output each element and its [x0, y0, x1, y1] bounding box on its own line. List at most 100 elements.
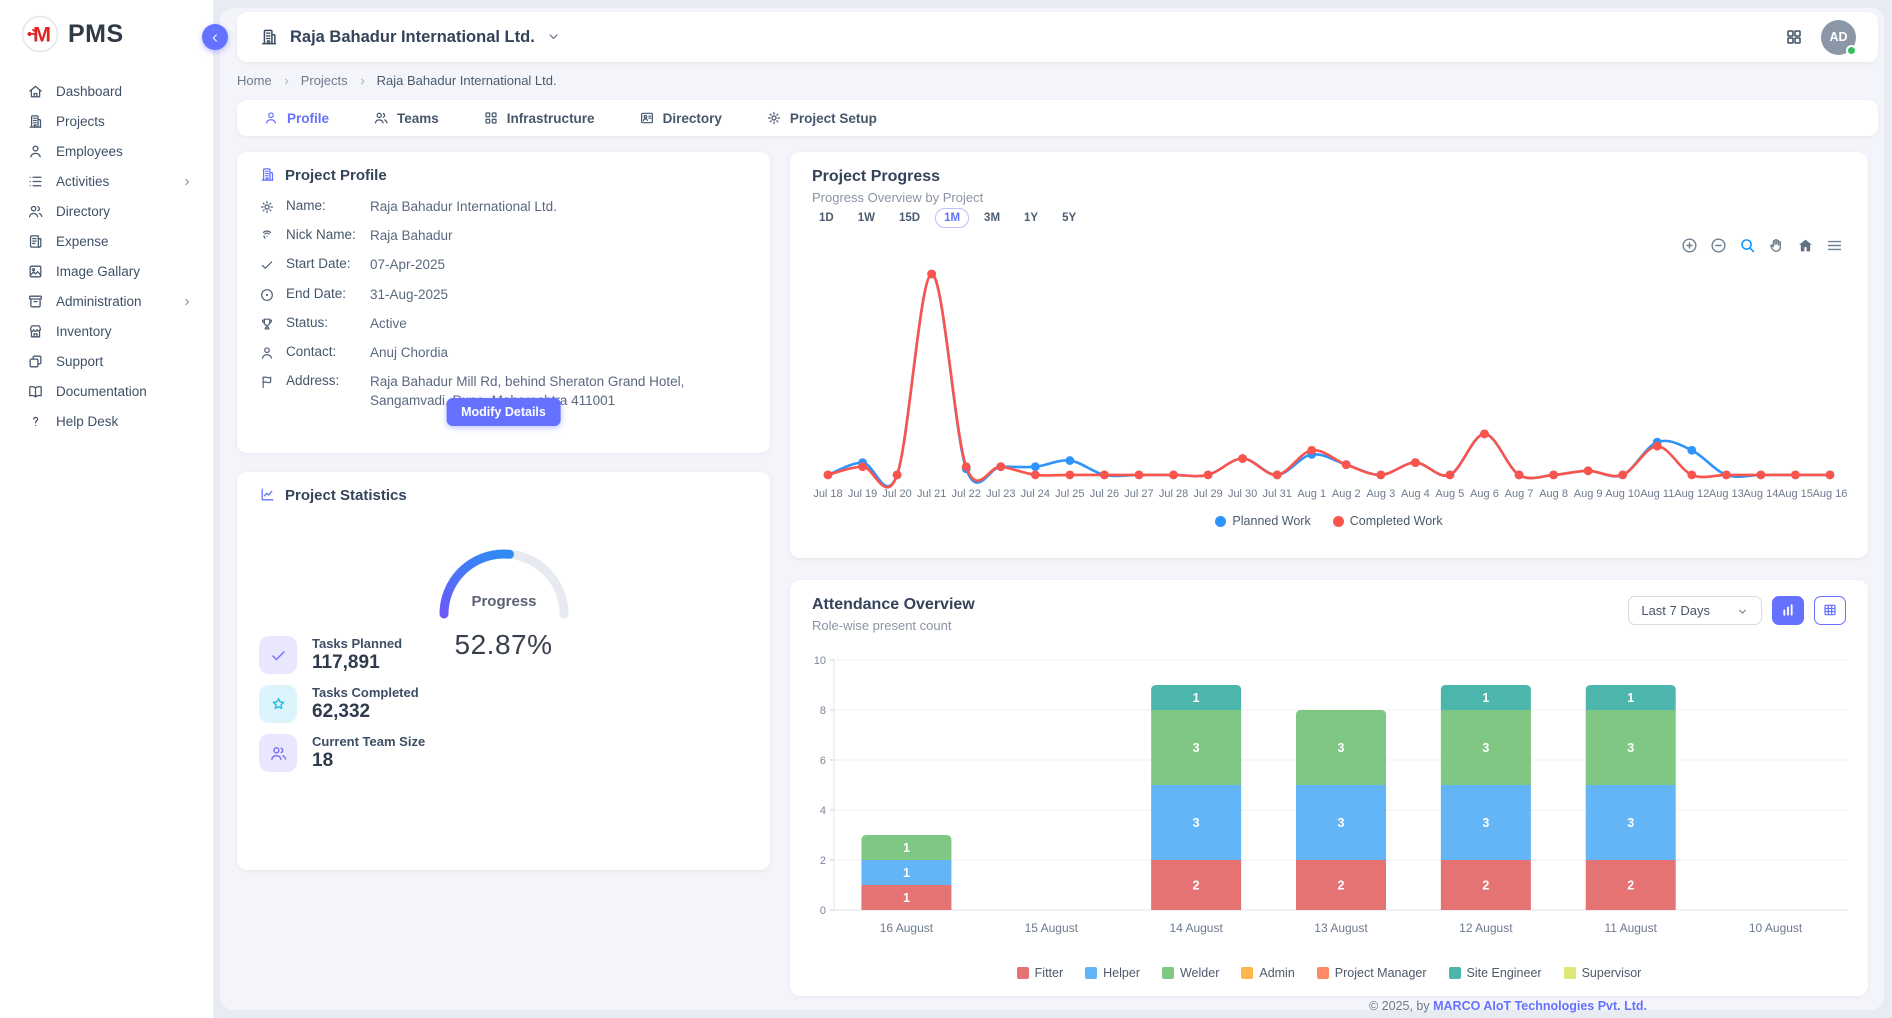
tab-label: Infrastructure — [507, 111, 595, 126]
zoom-in-button[interactable] — [1680, 236, 1699, 255]
grid-icon — [483, 110, 499, 126]
selection-zoom-button[interactable] — [1738, 236, 1757, 255]
user-avatar[interactable]: AD — [1821, 20, 1856, 55]
date-range-select[interactable]: Last 7 Days — [1628, 596, 1762, 625]
profile-field-name: Name:Raja Bahadur International Ltd. — [259, 198, 748, 216]
field-label: End Date: — [286, 286, 370, 301]
sidebar-item-support[interactable]: Support — [0, 346, 213, 376]
svg-text:Aug 4: Aug 4 — [1401, 488, 1430, 500]
check-icon — [259, 256, 286, 273]
range-button-5y[interactable]: 5Y — [1053, 208, 1085, 228]
sidebar-item-image-gallary[interactable]: Image Gallary — [0, 256, 213, 286]
legend-swatch — [1449, 967, 1461, 979]
stat-value: 117,891 — [312, 652, 402, 674]
svg-text:3: 3 — [1482, 741, 1489, 755]
svg-text:Jul 25: Jul 25 — [1055, 488, 1084, 500]
table-icon — [1822, 602, 1838, 620]
bar-chart-icon — [1780, 602, 1796, 620]
project-statistics-card: Project Statistics Progress 52.87% Tasks… — [237, 472, 770, 870]
legend-item-welder[interactable]: Welder — [1162, 966, 1219, 980]
table-view-toggle[interactable] — [1814, 596, 1846, 625]
range-button-15d[interactable]: 15D — [890, 208, 929, 228]
sidebar-item-help-desk[interactable]: Help Desk — [0, 406, 213, 436]
sidebar-item-employees[interactable]: Employees — [0, 136, 213, 166]
tab-project-setup[interactable]: Project Setup — [766, 100, 877, 136]
breadcrumb-item[interactable]: Home — [237, 73, 272, 88]
sidebar-item-label: Projects — [56, 114, 105, 129]
legend-item-project-manager[interactable]: Project Manager — [1317, 966, 1427, 980]
svg-text:10 August: 10 August — [1749, 921, 1803, 935]
svg-text:Jul 23: Jul 23 — [986, 488, 1015, 500]
sidebar-item-inventory[interactable]: Inventory — [0, 316, 213, 346]
apps-grid-button[interactable] — [1784, 27, 1804, 47]
range-button-1d[interactable]: 1D — [810, 208, 843, 228]
stat-item-tasks-planned: Tasks Planned117,891 — [259, 636, 748, 674]
copies-icon — [27, 353, 44, 370]
modify-details-button[interactable]: Modify Details — [446, 398, 561, 426]
sidebar-item-documentation[interactable]: Documentation — [0, 376, 213, 406]
legend-item-site-engineer[interactable]: Site Engineer — [1449, 966, 1542, 980]
sidebar-item-projects[interactable]: Projects — [0, 106, 213, 136]
bar-view-toggle[interactable] — [1772, 596, 1804, 625]
sidebar-item-administration[interactable]: Administration — [0, 286, 213, 316]
legend-label: Project Manager — [1335, 966, 1427, 980]
legend-item-completed-work[interactable]: Completed Work — [1333, 514, 1443, 528]
progress-line-chart[interactable]: Jul 18Jul 19Jul 20Jul 21Jul 22Jul 23Jul … — [808, 254, 1850, 509]
tab-label: Directory — [663, 111, 722, 126]
range-button-1y[interactable]: 1Y — [1015, 208, 1047, 228]
svg-text:Jul 24: Jul 24 — [1021, 488, 1050, 500]
sidebar-item-directory[interactable]: Directory — [0, 196, 213, 226]
sidebar-item-dashboard[interactable]: Dashboard — [0, 76, 213, 106]
svg-text:0: 0 — [820, 905, 826, 917]
legend-swatch — [1317, 967, 1329, 979]
legend-item-helper[interactable]: Helper — [1085, 966, 1140, 980]
pan-button[interactable] — [1767, 236, 1786, 255]
legend-item-planned-work[interactable]: Planned Work — [1215, 514, 1310, 528]
svg-text:Jul 19: Jul 19 — [848, 488, 877, 500]
sidebar-item-label: Activities — [56, 174, 109, 189]
chart-toolbar — [1680, 236, 1844, 255]
chart-line-icon — [259, 486, 276, 504]
legend-label: Completed Work — [1350, 514, 1443, 528]
legend-swatch — [1162, 967, 1174, 979]
sidebar-item-label: Documentation — [56, 384, 147, 399]
svg-text:1: 1 — [1193, 691, 1200, 705]
svg-text:Jul 27: Jul 27 — [1124, 488, 1153, 500]
legend-item-fitter[interactable]: Fitter — [1017, 966, 1063, 980]
legend-swatch — [1085, 967, 1097, 979]
sidebar-menu: Dashboard Projects Employees Activities Dire… — [0, 76, 213, 436]
people-icon — [259, 734, 297, 772]
menu-button[interactable] — [1825, 236, 1844, 255]
sidebar-item-activities[interactable]: Activities — [0, 166, 213, 196]
range-button-3m[interactable]: 3M — [975, 208, 1009, 228]
reset-zoom-button[interactable] — [1796, 236, 1815, 255]
legend-item-supervisor[interactable]: Supervisor — [1564, 966, 1642, 980]
company-selector[interactable]: Raja Bahadur International Ltd. — [259, 27, 561, 47]
range-button-1m[interactable]: 1M — [935, 208, 969, 228]
svg-text:13 August: 13 August — [1314, 921, 1368, 935]
svg-text:Jul 30: Jul 30 — [1228, 488, 1257, 500]
legend-label: Planned Work — [1232, 514, 1310, 528]
sidebar-item-expense[interactable]: Expense — [0, 226, 213, 256]
image-icon — [27, 263, 44, 280]
profile-fields: Name:Raja Bahadur International Ltd.Nick… — [259, 198, 748, 410]
svg-text:M: M — [33, 22, 51, 47]
stat-label: Tasks Completed — [312, 685, 419, 700]
attendance-bar-chart[interactable]: 024681011116 August15 August233114 Augus… — [804, 652, 1852, 952]
range-button-1w[interactable]: 1W — [849, 208, 884, 228]
chevron-right-icon — [181, 294, 193, 309]
tab-infrastructure[interactable]: Infrastructure — [483, 100, 595, 136]
breadcrumb-item[interactable]: Projects — [301, 73, 348, 88]
zoom-out-button[interactable] — [1709, 236, 1728, 255]
profile-field-start-date: Start Date:07-Apr-2025 — [259, 256, 748, 274]
tab-directory[interactable]: Directory — [639, 100, 722, 136]
stat-item-tasks-completed: Tasks Completed62,332 — [259, 685, 748, 723]
tab-teams[interactable]: Teams — [373, 100, 439, 136]
tab-profile[interactable]: Profile — [263, 100, 329, 136]
line-chart-legend: Planned Work Completed Work — [790, 514, 1868, 528]
legend-item-admin[interactable]: Admin — [1241, 966, 1294, 980]
company-link[interactable]: MARCO AIoT Technologies Pvt. Ltd. — [1433, 999, 1647, 1013]
menu-icon — [1825, 236, 1844, 255]
receipt-icon — [27, 233, 44, 250]
sidebar-collapse-button[interactable] — [202, 24, 228, 50]
